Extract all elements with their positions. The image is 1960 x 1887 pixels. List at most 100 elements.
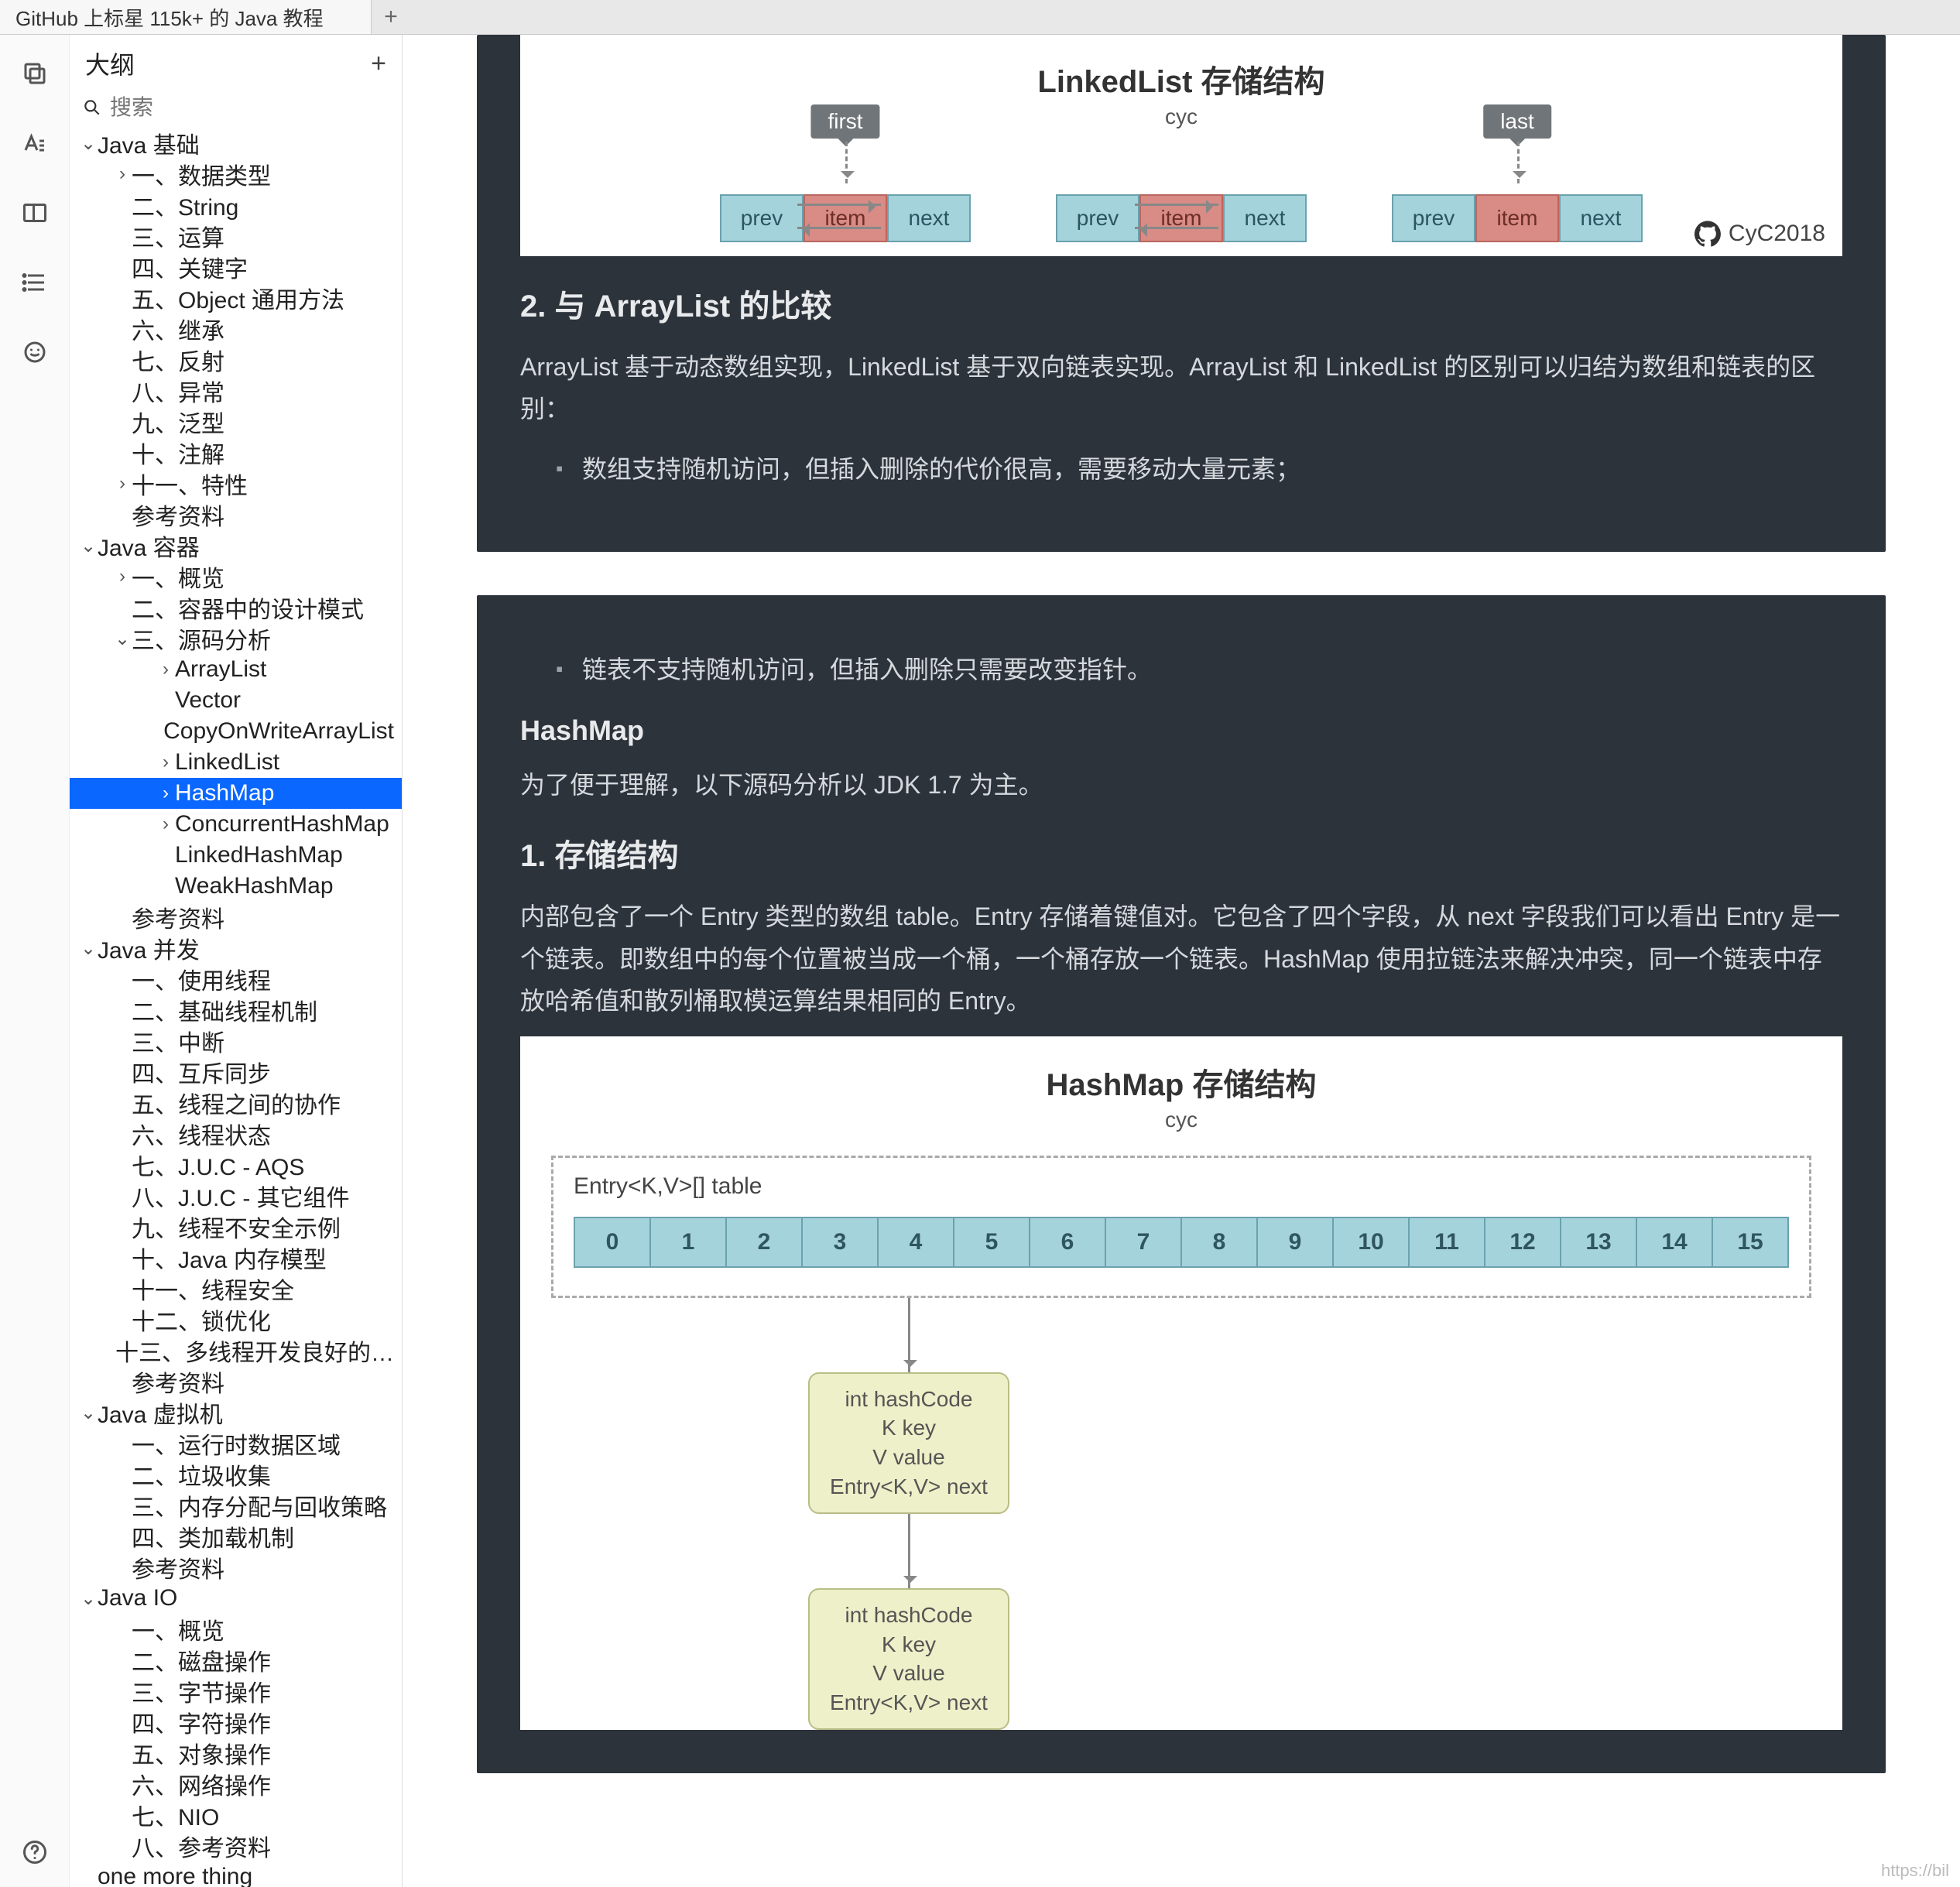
outline-item[interactable]: 参考资料 (70, 1366, 402, 1397)
outline-item[interactable]: 四、互斥同步 (70, 1057, 402, 1087)
outline-item[interactable]: 五、Object 通用方法 (70, 283, 402, 313)
outline-sidebar: 大纲 + ⌄Java 基础›一、数据类型二、String三、运算四、关键字五、O… (70, 35, 403, 1887)
ocr-icon[interactable] (19, 337, 50, 368)
outline-item[interactable]: 七、反射 (70, 344, 402, 375)
outline-item[interactable]: ⌄Java 基础 (70, 128, 402, 159)
outline-item[interactable]: LinkedHashMap (70, 840, 402, 871)
outline-item-label: Java 容器 (98, 530, 200, 561)
outline-item[interactable]: 一、概览 (70, 1614, 402, 1645)
outline-item-label: 四、类加载机制 (132, 1521, 294, 1552)
outline-item[interactable]: 九、线程不安全示例 (70, 1211, 402, 1242)
search-icon (82, 97, 102, 118)
outline-item[interactable]: 八、异常 (70, 375, 402, 406)
outline-item[interactable]: 参考资料 (70, 499, 402, 530)
new-tab-button[interactable]: + (372, 0, 410, 34)
outline-item[interactable]: 十三、多线程开发良好的… (70, 1335, 402, 1366)
outline-item[interactable]: 八、J.U.C - 其它组件 (70, 1180, 402, 1211)
outline-item[interactable]: 参考资料 (70, 1552, 402, 1583)
outline-item[interactable]: 八、参考资料 (70, 1830, 402, 1861)
sidebar-search[interactable] (70, 92, 402, 128)
outline-item[interactable]: 九、泛型 (70, 406, 402, 437)
outline-item-label: 一、使用线程 (132, 964, 271, 995)
outline-item[interactable]: 二、容器中的设计模式 (70, 592, 402, 623)
outline-tree[interactable]: ⌄Java 基础›一、数据类型二、String三、运算四、关键字五、Object… (70, 128, 402, 1887)
chevron-down-icon: ⌄ (113, 628, 132, 650)
outline-item[interactable]: ›一、概览 (70, 561, 402, 592)
paragraph: 为了便于理解，以下源码分析以 JDK 1.7 为主。 (520, 764, 1842, 806)
outline-item[interactable]: 三、内存分配与回收策略 (70, 1490, 402, 1521)
outline-item[interactable]: ›LinkedList (70, 747, 402, 778)
outline-item[interactable]: ›HashMap (70, 778, 402, 809)
outline-item[interactable]: 七、NIO (70, 1800, 402, 1830)
outline-item-label: 二、磁盘操作 (132, 1645, 271, 1676)
outline-item[interactable]: ⌄Java 虚拟机 (70, 1397, 402, 1428)
outline-item[interactable]: 四、类加载机制 (70, 1521, 402, 1552)
section-heading: 1. 存储结构 (520, 830, 1842, 875)
left-rail (0, 35, 70, 1887)
outline-item[interactable]: 六、线程状态 (70, 1118, 402, 1149)
outline-item[interactable]: 十、Java 内存模型 (70, 1242, 402, 1273)
bucket-cell: 2 (725, 1217, 803, 1268)
diagram-subtitle: cyc (543, 104, 1819, 129)
list-item: 数组支持随机访问，但插入删除的代价很高，需要移动大量元素； (556, 447, 1842, 492)
chevron-down-icon: ⌄ (79, 535, 98, 557)
outline-item-label: 七、NIO (132, 1800, 219, 1830)
outline-item-label: Java IO (98, 1585, 177, 1611)
outline-item[interactable]: ⌄Java 容器 (70, 530, 402, 561)
outline-item[interactable]: ⌄三、源码分析 (70, 623, 402, 654)
sidebar-add-button[interactable]: + (371, 49, 386, 79)
section-heading: HashMap (520, 714, 1842, 747)
search-input[interactable] (110, 95, 389, 120)
outline-item[interactable]: 四、关键字 (70, 252, 402, 283)
outline-item[interactable]: one more thing (70, 1861, 402, 1887)
outline-item[interactable]: 二、磁盘操作 (70, 1645, 402, 1676)
outline-item[interactable]: 一、使用线程 (70, 964, 402, 995)
outline-item[interactable]: 十一、线程安全 (70, 1273, 402, 1304)
bucket-cell: 10 (1332, 1217, 1410, 1268)
outline-item[interactable]: ›十一、特性 (70, 468, 402, 499)
outline-item[interactable]: 参考资料 (70, 902, 402, 933)
outline-item-label: 一、数据类型 (132, 159, 271, 190)
article-card: LinkedList 存储结构 cyc first prev item next… (477, 35, 1886, 552)
outline-item[interactable]: ⌄Java IO (70, 1583, 402, 1614)
outline-item[interactable]: 二、String (70, 190, 402, 221)
outline-item[interactable]: WeakHashMap (70, 871, 402, 902)
outline-item[interactable]: CopyOnWriteArrayList (70, 716, 402, 747)
outline-item[interactable]: ›一、数据类型 (70, 159, 402, 190)
copy-icon[interactable] (19, 58, 50, 89)
text-style-icon[interactable] (19, 128, 50, 159)
outline-item[interactable]: ›ConcurrentHashMap (70, 809, 402, 840)
chevron-right-icon: › (113, 566, 132, 587)
diagram-title: LinkedList 存储结构 (543, 57, 1819, 101)
hashmap-entry-node: int hashCodeK keyV valueEntry<K,V> next (808, 1372, 1009, 1514)
outline-item[interactable]: 十二、锁优化 (70, 1304, 402, 1335)
outline-item[interactable]: 三、运算 (70, 221, 402, 252)
outline-item-label: 六、线程状态 (132, 1118, 271, 1149)
outline-item[interactable]: 六、网络操作 (70, 1769, 402, 1800)
outline-item[interactable]: 二、垃圾收集 (70, 1459, 402, 1490)
outline-item[interactable]: 七、J.U.C - AQS (70, 1149, 402, 1180)
outline-item-label: 参考资料 (132, 902, 224, 933)
outline-item[interactable]: 一、运行时数据区域 (70, 1428, 402, 1459)
outline-item[interactable]: 五、对象操作 (70, 1738, 402, 1769)
hashmap-buckets: 0123456789101112131415 (574, 1217, 1789, 1268)
outline-item[interactable]: Vector (70, 685, 402, 716)
github-icon (1694, 221, 1721, 247)
browser-tab-active[interactable]: GitHub 上标星 115k+ 的 Java 教程 (0, 0, 372, 34)
outline-item[interactable]: 三、字节操作 (70, 1676, 402, 1707)
outline-item[interactable]: 五、线程之间的协作 (70, 1087, 402, 1118)
ll-cell-prev: prev (720, 194, 804, 242)
outline-item[interactable]: 三、中断 (70, 1026, 402, 1057)
outline-item[interactable]: 十、注解 (70, 437, 402, 468)
outline-item[interactable]: 二、基础线程机制 (70, 995, 402, 1026)
help-icon[interactable] (19, 1837, 50, 1868)
list-icon[interactable] (19, 267, 50, 298)
bucket-cell: 3 (801, 1217, 879, 1268)
outline-item[interactable]: 六、继承 (70, 313, 402, 344)
hashmap-diagram: HashMap 存储结构 cyc Entry<K,V>[] table 0123… (520, 1036, 1842, 1730)
outline-item[interactable]: ⌄Java 并发 (70, 933, 402, 964)
panel-icon[interactable] (19, 197, 50, 228)
chevron-right-icon: › (156, 659, 175, 680)
outline-item[interactable]: 四、字符操作 (70, 1707, 402, 1738)
outline-item[interactable]: ›ArrayList (70, 654, 402, 685)
